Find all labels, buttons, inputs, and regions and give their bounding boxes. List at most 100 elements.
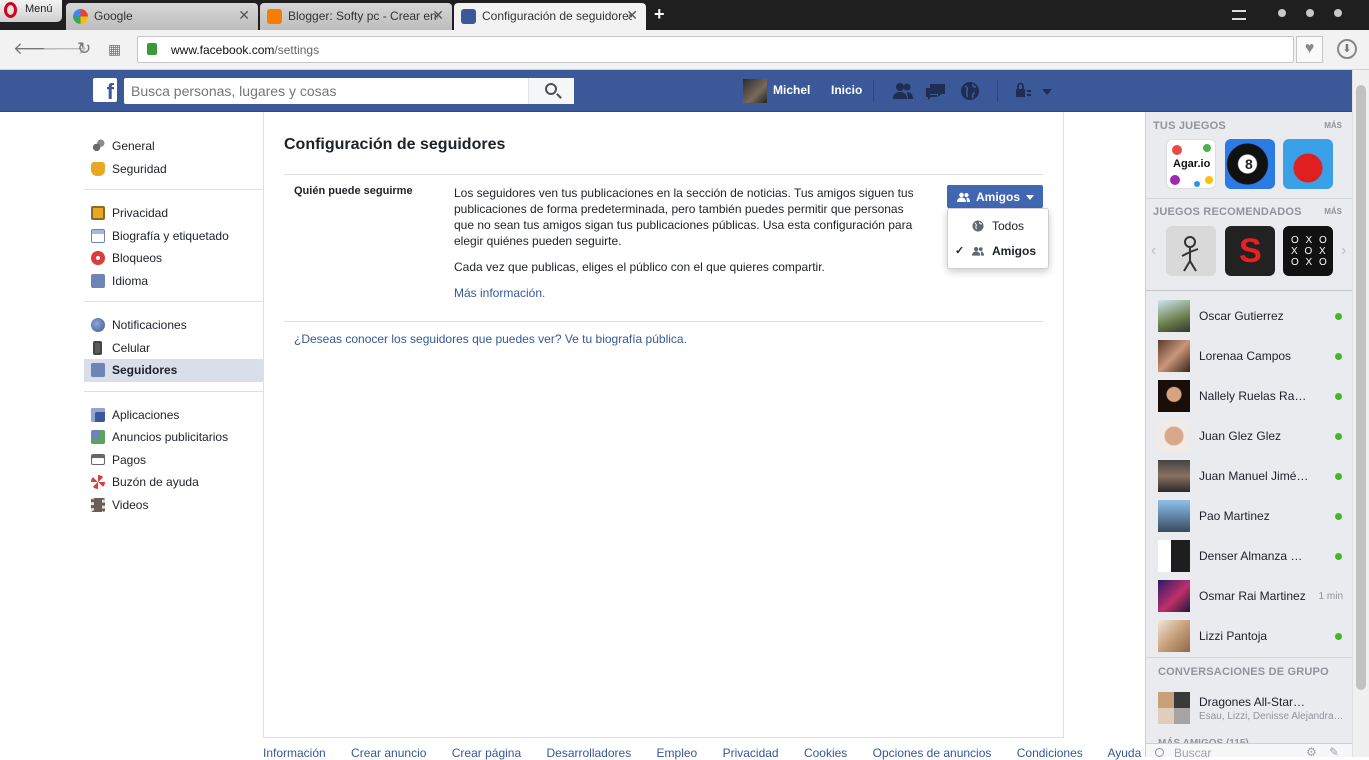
sidebar-group: Privacidad Biografía y etiquetado Bloque… <box>84 199 263 302</box>
bookmark-heart-icon[interactable]: ♥ <box>1296 36 1323 63</box>
speed-dial-grid-icon[interactable]: ▦ <box>108 41 121 58</box>
recommended-games-heading: JUEGOS RECOMENDADOS <box>1153 206 1302 218</box>
public-timeline-link[interactable]: ¿Deseas conocer los seguidores que puede… <box>294 332 687 346</box>
footer-link[interactable]: Privacidad <box>723 746 779 760</box>
avatar <box>1158 540 1190 572</box>
globe-icon <box>91 318 105 332</box>
footer-links: Información Crear anuncio Crear página D… <box>263 746 1163 760</box>
sidebar-item-support-inbox[interactable]: Buzón de ayuda <box>84 471 263 494</box>
footer-link[interactable]: Crear anuncio <box>351 746 426 760</box>
sidebar-item-language[interactable]: Idioma <box>84 270 263 293</box>
footer-link[interactable]: Ayuda <box>1107 746 1141 760</box>
footer-link[interactable]: Opciones de anuncios <box>873 746 992 760</box>
profile-link[interactable]: Michel <box>773 83 810 97</box>
sidebar-item-blocking[interactable]: Bloqueos <box>84 247 263 270</box>
lock-icon <box>91 206 105 220</box>
tab-menu-icon[interactable] <box>1232 10 1246 20</box>
game-agario[interactable]: Agar.io <box>1166 139 1216 189</box>
privacy-shortcuts-icon[interactable] <box>1013 81 1035 101</box>
window-maximize-button[interactable] <box>1306 9 1314 17</box>
game-bowling[interactable] <box>1283 139 1333 189</box>
window-minimize-button[interactable] <box>1278 9 1286 17</box>
footer-link[interactable]: Empleo <box>657 746 698 760</box>
chat-friend-item[interactable]: Juan Manuel Jiménez <box>1158 460 1348 492</box>
search-button[interactable] <box>528 78 574 104</box>
search-box <box>124 78 574 104</box>
sidebar-item-general[interactable]: General <box>84 135 263 158</box>
divider <box>1146 198 1353 199</box>
url-input[interactable]: www.facebook.com/settings <box>137 36 1294 63</box>
tictactoe-game-icon: O X OX O XO X O <box>1291 235 1329 268</box>
chevron-right-icon[interactable]: › <box>1341 242 1346 260</box>
audience-option-everyone[interactable]: Todos <box>948 214 1048 238</box>
audience-selector-button[interactable]: Amigos <box>947 185 1043 208</box>
friends-icon <box>957 192 970 202</box>
avatar <box>1158 300 1190 332</box>
game-stickman[interactable] <box>1166 226 1216 276</box>
search-input[interactable] <box>124 78 528 104</box>
chat-friend-item[interactable]: Lorenaa Campos <box>1158 340 1348 372</box>
url-domain: www.facebook.com <box>171 43 275 57</box>
sidebar-item-followers[interactable]: Seguidores <box>84 359 263 382</box>
messages-icon[interactable] <box>925 81 947 101</box>
close-tab-icon[interactable]: ✕ <box>432 7 444 24</box>
window-close-button[interactable] <box>1334 9 1342 17</box>
chat-friend-item[interactable]: Osmar Rai Martinez 1 min <box>1158 580 1348 612</box>
stickman-game-icon <box>1181 236 1199 272</box>
badge-icon <box>91 161 105 176</box>
new-tab-plus-icon[interactable]: + <box>654 4 665 25</box>
close-tab-icon[interactable]: ✕ <box>238 7 250 24</box>
search-icon <box>545 83 557 95</box>
chat-friend-item[interactable]: Juan Glez Glez <box>1158 420 1348 452</box>
sidebar-item-timeline[interactable]: Biografía y etiquetado <box>84 225 263 248</box>
group-conversation-item[interactable]: Dragones All-Stars 15-16 Esau, Lizzi, De… <box>1158 692 1348 724</box>
footer-link[interactable]: Condiciones <box>1017 746 1083 760</box>
chat-friend-item[interactable]: Lizzi Pantoja <box>1158 620 1348 652</box>
chat-friend-item[interactable]: Oscar Gutierrez <box>1158 300 1348 332</box>
browser-tab-blogger[interactable]: Blogger: Softy pc - Crear ent ✕ <box>260 3 452 30</box>
home-link[interactable]: Inicio <box>831 83 862 97</box>
friend-requests-icon[interactable] <box>892 81 914 101</box>
reload-icon[interactable]: ↻ <box>77 39 91 59</box>
chat-friend-item[interactable]: Nallely Ruelas Ramírez <box>1158 380 1348 412</box>
gears-icon <box>91 139 105 153</box>
sidebar-item-apps[interactable]: Aplicaciones <box>84 404 263 427</box>
game-8-ball-pool[interactable]: 8 <box>1225 139 1275 189</box>
sidebar-item-privacy[interactable]: Privacidad <box>84 202 263 225</box>
download-icon[interactable]: ⬇ <box>1337 39 1357 59</box>
game-snake[interactable]: S <box>1225 226 1275 276</box>
more-recommended-link[interactable]: MÁS <box>1324 207 1342 216</box>
footer-link[interactable]: Cookies <box>804 746 847 760</box>
sidebar-item-ads[interactable]: Anuncios publicitarios <box>84 426 263 449</box>
sidebar-item-videos[interactable]: Videos <box>84 494 263 517</box>
game-tic-tac-toe[interactable]: O X OX O XO X O <box>1283 226 1333 276</box>
group-avatar <box>1158 692 1190 724</box>
footer-link[interactable]: Información <box>263 746 326 760</box>
scrollbar-thumb[interactable] <box>1356 85 1366 690</box>
browser-menu-button[interactable]: Menú <box>0 0 62 22</box>
audience-option-friends[interactable]: ✓ Amigos <box>948 239 1048 263</box>
chat-search-input[interactable]: Buscar <box>1174 746 1211 760</box>
avatar[interactable] <box>743 79 767 103</box>
page-scrollbar[interactable] <box>1352 70 1369 757</box>
main-content: Configuración de seguidores Quién puede … <box>263 112 1064 738</box>
sidebar-item-payments[interactable]: Pagos <box>84 449 263 472</box>
close-tab-icon[interactable]: ✕ <box>626 7 638 24</box>
facebook-logo-icon[interactable]: f <box>93 78 117 102</box>
ads-icon <box>91 430 105 444</box>
chevron-left-icon[interactable]: ‹ <box>1151 242 1156 260</box>
sidebar-item-mobile[interactable]: Celular <box>84 337 263 360</box>
more-games-link[interactable]: MÁS <box>1324 121 1342 130</box>
divider <box>873 80 874 102</box>
footer-link[interactable]: Crear página <box>452 746 521 760</box>
more-info-link[interactable]: Más información. <box>454 286 545 300</box>
footer-link[interactable]: Desarrolladores <box>546 746 631 760</box>
sidebar-item-security[interactable]: Seguridad <box>84 158 263 181</box>
browser-tab-facebook[interactable]: Configuración de seguidores ✕ <box>454 3 646 31</box>
chat-friend-item[interactable]: Denser Almanza Novoa <box>1158 540 1348 572</box>
browser-tab-google[interactable]: Google ✕ <box>66 3 258 30</box>
account-menu-caret-icon[interactable] <box>1040 81 1054 101</box>
sidebar-item-notifications[interactable]: Notificaciones <box>84 314 263 337</box>
notifications-globe-icon[interactable] <box>959 81 981 101</box>
chat-friend-item[interactable]: Pao Martinez <box>1158 500 1348 532</box>
